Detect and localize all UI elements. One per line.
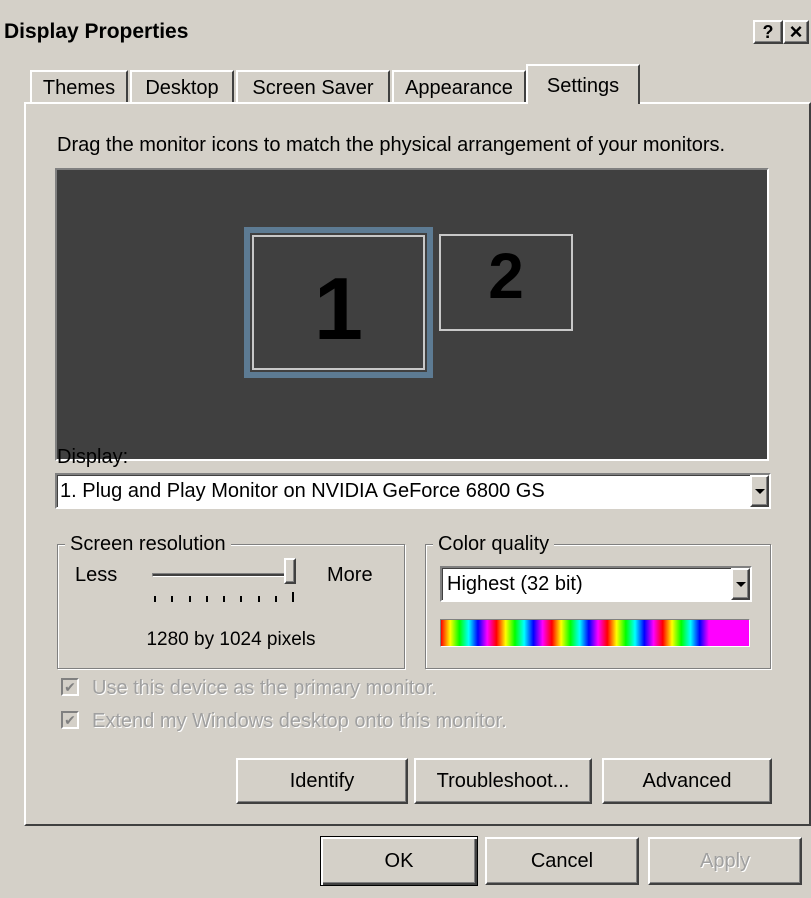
slider-tick bbox=[154, 596, 156, 602]
advanced-button[interactable]: Advanced bbox=[602, 758, 772, 804]
tab-screen-saver[interactable]: Screen Saver bbox=[236, 70, 390, 102]
color-quality-group: Color quality Highest (32 bit) bbox=[425, 532, 771, 669]
slider-tick bbox=[257, 596, 260, 602]
color-quality-select[interactable]: Highest (32 bit) bbox=[440, 566, 752, 602]
tab-label: Desktop bbox=[145, 76, 219, 99]
help-button[interactable]: ? bbox=[753, 20, 783, 44]
resolution-value: 1280 by 1024 pixels bbox=[146, 629, 316, 650]
troubleshoot-button-label: Troubleshoot... bbox=[436, 769, 570, 792]
advanced-button-label: Advanced bbox=[642, 769, 732, 792]
chevron-down-icon bbox=[735, 581, 746, 587]
color-quality-value: Highest (32 bit) bbox=[447, 573, 583, 595]
slider-tick bbox=[274, 596, 277, 602]
tab-settings[interactable]: Settings bbox=[526, 64, 640, 104]
cancel-button[interactable]: Cancel bbox=[485, 837, 639, 885]
primary-monitor-label: Use this device as the primary monitor. bbox=[92, 677, 437, 699]
close-icon: × bbox=[789, 19, 803, 44]
color-spectrum-bar bbox=[440, 619, 750, 647]
identify-button[interactable]: Identify bbox=[236, 758, 408, 804]
cancel-button-label: Cancel bbox=[530, 849, 594, 872]
tab-desktop[interactable]: Desktop bbox=[130, 70, 234, 102]
resolution-slider-ticks bbox=[58, 592, 404, 604]
title-bar: Display Properties ? × bbox=[0, 0, 811, 44]
slider-tick bbox=[171, 596, 174, 602]
monitor-2[interactable]: 2 bbox=[439, 234, 573, 331]
ok-button[interactable]: OK bbox=[320, 836, 478, 886]
instruction-text: Drag the monitor icons to match the phys… bbox=[57, 134, 726, 156]
help-icon: ? bbox=[762, 21, 774, 42]
extend-desktop-checkbox[interactable]: ✔ bbox=[61, 711, 79, 729]
identify-button-label: Identify bbox=[289, 769, 355, 792]
tab-label: Themes bbox=[42, 76, 116, 99]
resolution-slider-track bbox=[152, 573, 294, 577]
apply-button-label: Apply bbox=[699, 849, 751, 872]
display-label: Display: bbox=[57, 446, 129, 468]
monitor-1-number: 1 bbox=[314, 258, 363, 358]
screen-resolution-legend: Screen resolution bbox=[65, 532, 231, 556]
screen-resolution-group: Screen resolution Less More 1280 by 1024… bbox=[57, 532, 405, 669]
slider-tick bbox=[205, 596, 208, 602]
color-quality-dropdown-button[interactable] bbox=[731, 568, 750, 600]
chevron-down-icon bbox=[754, 488, 765, 494]
less-label: Less bbox=[75, 564, 118, 586]
window-title: Display Properties bbox=[4, 20, 189, 43]
checkmark-icon: ✔ bbox=[64, 712, 76, 728]
checkmark-icon: ✔ bbox=[64, 679, 76, 695]
slider-tick bbox=[223, 596, 225, 602]
tab-label: Appearance bbox=[405, 76, 513, 99]
troubleshoot-button[interactable]: Troubleshoot... bbox=[414, 758, 592, 804]
close-button[interactable]: × bbox=[783, 19, 809, 44]
slider-tick bbox=[292, 592, 294, 602]
primary-monitor-checkbox[interactable]: ✔ bbox=[61, 678, 79, 696]
more-label: More bbox=[327, 564, 373, 586]
tab-label: Settings bbox=[546, 74, 620, 97]
tab-themes[interactable]: Themes bbox=[30, 70, 128, 102]
monitor-2-number: 2 bbox=[488, 240, 524, 312]
monitor-1[interactable]: 1 bbox=[244, 227, 433, 378]
ok-button-label: OK bbox=[384, 849, 414, 872]
color-quality-legend: Color quality bbox=[433, 532, 555, 556]
tab-appearance[interactable]: Appearance bbox=[392, 70, 526, 102]
extend-desktop-label: Extend my Windows desktop onto this moni… bbox=[92, 710, 507, 732]
tab-label: Screen Saver bbox=[252, 76, 374, 99]
display-select-value: 1. Plug and Play Monitor on NVIDIA GeFor… bbox=[60, 480, 545, 502]
display-select[interactable]: 1. Plug and Play Monitor on NVIDIA GeFor… bbox=[55, 473, 771, 509]
resolution-slider-thumb[interactable] bbox=[284, 558, 296, 584]
slider-tick bbox=[240, 596, 243, 602]
display-dropdown-button[interactable] bbox=[750, 475, 769, 507]
slider-tick bbox=[188, 596, 191, 602]
apply-button[interactable]: Apply bbox=[648, 837, 802, 885]
